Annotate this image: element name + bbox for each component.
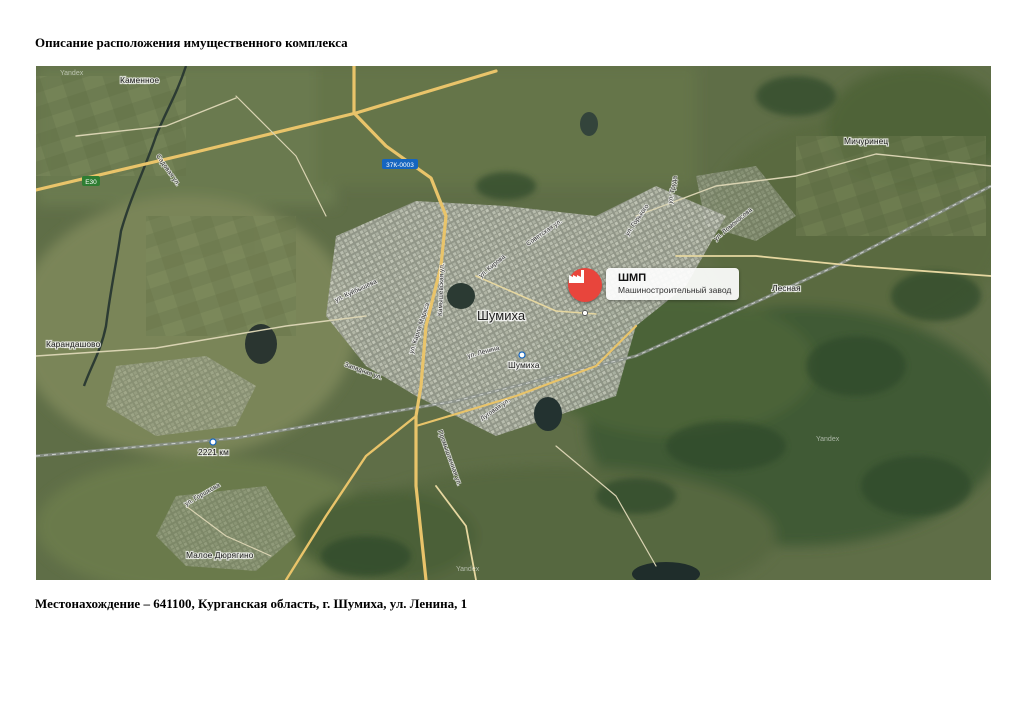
document-heading: Описание расположения имущественного ком… [35, 35, 348, 50]
svg-text:Yandex: Yandex [456, 566, 480, 573]
label-maloe-dyuryagino: Малое Дюрягино [186, 550, 254, 560]
poi-title: ШМП [618, 272, 647, 284]
factory-icon [569, 270, 584, 283]
label-station-shumikha: Шумиха [508, 360, 540, 370]
svg-text:E30: E30 [85, 179, 97, 186]
shield-37k-0003: 37К-0003 [382, 159, 418, 169]
label-lesnaya: Лесная [772, 283, 801, 293]
label-karandashovo: Карандашово [46, 339, 100, 349]
poi-marker[interactable] [568, 268, 602, 302]
poi-location-dot [583, 311, 587, 315]
svg-text:Yandex: Yandex [60, 70, 84, 77]
poi-card[interactable]: ШМП Машиностроительный завод [606, 268, 740, 300]
svg-text:37К-0003: 37К-0003 [386, 162, 414, 169]
shield-e30: E30 [82, 176, 100, 186]
map-view[interactable]: E30 37К-0003 Каменное Мичуринец Лесная К… [36, 66, 991, 580]
map-canvas: E30 37К-0003 Каменное Мичуринец Лесная К… [36, 66, 991, 580]
poi-subtitle: Машиностроительный завод [618, 285, 732, 295]
svg-text:Yandex: Yandex [816, 436, 840, 443]
document-footer-address: Местонахождение – 641100, Курганская обл… [35, 596, 468, 611]
label-michurinets: Мичуринец [844, 136, 888, 146]
label-kamennoe: Каменное [120, 75, 159, 85]
label-km-marker: 2221 км [198, 447, 229, 457]
label-town-shumikha: Шумиха [477, 308, 526, 323]
